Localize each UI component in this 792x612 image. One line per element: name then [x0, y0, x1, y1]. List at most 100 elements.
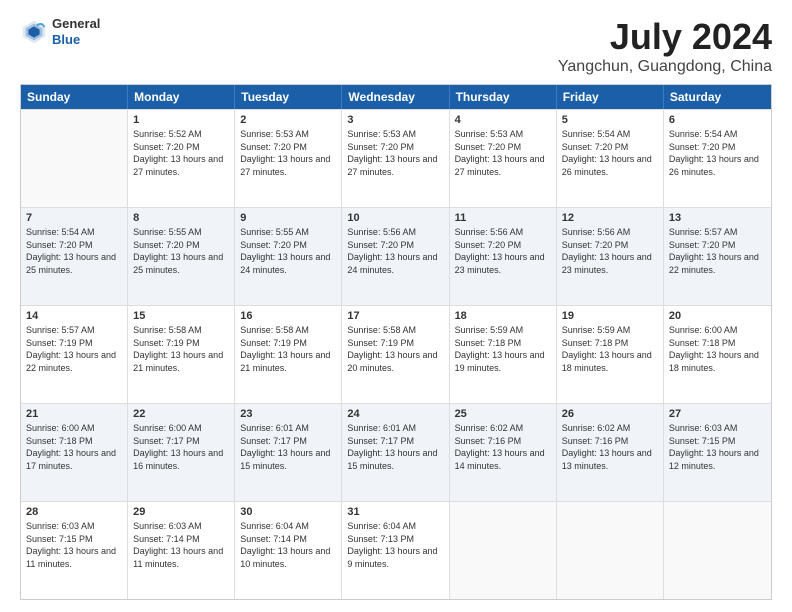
- cell-info: Sunrise: 5:56 AMSunset: 7:20 PMDaylight:…: [347, 226, 443, 276]
- day-number: 17: [347, 310, 443, 322]
- header: General Blue July 2024 Yangchun, Guangdo…: [20, 16, 772, 76]
- cell-info: Sunrise: 5:58 AMSunset: 7:19 PMDaylight:…: [347, 324, 443, 374]
- calendar-cell: 25Sunrise: 6:02 AMSunset: 7:16 PMDayligh…: [450, 404, 557, 501]
- weekday-header: Sunday: [21, 85, 128, 109]
- calendar-cell: 19 Sunrise: 5:59 AMSunset: 7:18 PMDayligh…: [557, 306, 664, 403]
- calendar-cell: 30 Sunrise: 6:04 AMSunset: 7:14 PMDayligh…: [235, 502, 342, 599]
- calendar-cell: [450, 502, 557, 599]
- weekday-header: Saturday: [664, 85, 771, 109]
- calendar-cell: 1Sunrise: 5:52 AMSunset: 7:20 PMDaylight…: [128, 110, 235, 207]
- weekday-header: Tuesday: [235, 85, 342, 109]
- calendar-cell: 18Sunrise: 5:59 AMSunset: 7:18 PMDayligh…: [450, 306, 557, 403]
- calendar-cell: 13 Sunrise: 5:57 AMSunset: 7:20 PMDayligh…: [664, 208, 771, 305]
- cell-info: Sunrise: 5:57 AMSunset: 7:20 PMDaylight:…: [669, 226, 766, 276]
- day-number: 20: [669, 310, 766, 322]
- calendar-cell: 15 Sunrise: 5:58 AMSunset: 7:19 PMDayligh…: [128, 306, 235, 403]
- day-number: 26: [562, 408, 658, 420]
- day-number: 15: [133, 310, 229, 322]
- cell-info: Sunrise: 6:03 AMSunset: 7:14 PMDaylight:…: [133, 520, 229, 570]
- day-number: 19: [562, 310, 658, 322]
- day-number: 4: [455, 114, 551, 126]
- calendar-cell: [557, 502, 664, 599]
- weekday-header: Thursday: [450, 85, 557, 109]
- weekday-header: Wednesday: [342, 85, 449, 109]
- cell-info: Sunrise: 6:00 AMSunset: 7:18 PMDaylight:…: [669, 324, 766, 374]
- cell-info: Sunrise: 5:54 AMSunset: 7:20 PMDaylight:…: [26, 226, 122, 276]
- logo-blue: Blue: [52, 32, 80, 47]
- day-number: 24: [347, 408, 443, 420]
- calendar-cell: 14 Sunrise: 5:57 AMSunset: 7:19 PMDayligh…: [21, 306, 128, 403]
- cell-info: Sunrise: 5:56 AMSunset: 7:20 PMDaylight:…: [562, 226, 658, 276]
- calendar: SundayMondayTuesdayWednesdayThursdayFrid…: [20, 84, 772, 600]
- day-number: 2: [240, 114, 336, 126]
- calendar-cell: 20 Sunrise: 6:00 AMSunset: 7:18 PMDayligh…: [664, 306, 771, 403]
- calendar-cell: 23 Sunrise: 6:01 AMSunset: 7:17 PMDayligh…: [235, 404, 342, 501]
- main-title: July 2024: [558, 16, 772, 58]
- day-number: 8: [133, 212, 229, 224]
- calendar-cell: 21 Sunrise: 6:00 AMSunset: 7:18 PMDayligh…: [21, 404, 128, 501]
- calendar-cell: 27Sunrise: 6:03 AMSunset: 7:15 PMDayligh…: [664, 404, 771, 501]
- day-number: 12: [562, 212, 658, 224]
- calendar-cell: 12 Sunrise: 5:56 AMSunset: 7:20 PMDayligh…: [557, 208, 664, 305]
- cell-info: Sunrise: 6:04 AMSunset: 7:13 PMDaylight:…: [347, 520, 443, 570]
- day-number: 30: [240, 506, 336, 518]
- day-number: 27: [669, 408, 766, 420]
- calendar-row: 21 Sunrise: 6:00 AMSunset: 7:18 PMDayligh…: [21, 403, 771, 501]
- calendar-row: 14 Sunrise: 5:57 AMSunset: 7:19 PMDayligh…: [21, 305, 771, 403]
- subtitle: Yangchun, Guangdong, China: [558, 58, 772, 76]
- day-number: 1: [133, 114, 229, 126]
- logo: General Blue: [20, 16, 100, 47]
- calendar-cell: 9Sunrise: 5:55 AMSunset: 7:20 PMDaylight…: [235, 208, 342, 305]
- day-number: 29: [133, 506, 229, 518]
- page: General Blue July 2024 Yangchun, Guangdo…: [0, 0, 792, 612]
- calendar-cell: 7 Sunrise: 5:54 AMSunset: 7:20 PMDaylight…: [21, 208, 128, 305]
- calendar-row: 28 Sunrise: 6:03 AMSunset: 7:15 PMDayligh…: [21, 501, 771, 599]
- day-number: 13: [669, 212, 766, 224]
- cell-info: Sunrise: 5:56 AMSunset: 7:20 PMDaylight:…: [455, 226, 551, 276]
- day-number: 14: [26, 310, 122, 322]
- cell-info: Sunrise: 5:59 AMSunset: 7:18 PMDaylight:…: [562, 324, 658, 374]
- calendar-cell: 10Sunrise: 5:56 AMSunset: 7:20 PMDayligh…: [342, 208, 449, 305]
- cell-info: Sunrise: 6:01 AMSunset: 7:17 PMDaylight:…: [347, 422, 443, 472]
- calendar-cell: 31Sunrise: 6:04 AMSunset: 7:13 PMDayligh…: [342, 502, 449, 599]
- calendar-cell: 22 Sunrise: 6:00 AMSunset: 7:17 PMDayligh…: [128, 404, 235, 501]
- day-number: 21: [26, 408, 122, 420]
- cell-info: Sunrise: 6:00 AMSunset: 7:18 PMDaylight:…: [26, 422, 122, 472]
- calendar-cell: 8 Sunrise: 5:55 AMSunset: 7:20 PMDaylight…: [128, 208, 235, 305]
- logo-general: General: [52, 16, 100, 31]
- calendar-cell: 26Sunrise: 6:02 AMSunset: 7:16 PMDayligh…: [557, 404, 664, 501]
- logo-text: General Blue: [52, 16, 100, 47]
- weekday-header: Monday: [128, 85, 235, 109]
- calendar-cell: 11Sunrise: 5:56 AMSunset: 7:20 PMDayligh…: [450, 208, 557, 305]
- day-number: 7: [26, 212, 122, 224]
- cell-info: Sunrise: 6:00 AMSunset: 7:17 PMDaylight:…: [133, 422, 229, 472]
- day-number: 5: [562, 114, 658, 126]
- calendar-cell: 17 Sunrise: 5:58 AMSunset: 7:19 PMDayligh…: [342, 306, 449, 403]
- day-number: 23: [240, 408, 336, 420]
- calendar-cell: 3Sunrise: 5:53 AMSunset: 7:20 PMDaylight…: [342, 110, 449, 207]
- cell-info: Sunrise: 6:02 AMSunset: 7:16 PMDaylight:…: [455, 422, 551, 472]
- cell-info: Sunrise: 5:53 AMSunset: 7:20 PMDaylight:…: [455, 128, 551, 178]
- calendar-row: 1Sunrise: 5:52 AMSunset: 7:20 PMDaylight…: [21, 109, 771, 207]
- cell-info: Sunrise: 6:04 AMSunset: 7:14 PMDaylight:…: [240, 520, 336, 570]
- cell-info: Sunrise: 5:55 AMSunset: 7:20 PMDaylight:…: [133, 226, 229, 276]
- day-number: 3: [347, 114, 443, 126]
- day-number: 28: [26, 506, 122, 518]
- cell-info: Sunrise: 5:58 AMSunset: 7:19 PMDaylight:…: [240, 324, 336, 374]
- cell-info: Sunrise: 5:58 AMSunset: 7:19 PMDaylight:…: [133, 324, 229, 374]
- cell-info: Sunrise: 6:01 AMSunset: 7:17 PMDaylight:…: [240, 422, 336, 472]
- day-number: 22: [133, 408, 229, 420]
- title-block: July 2024 Yangchun, Guangdong, China: [558, 16, 772, 76]
- day-number: 16: [240, 310, 336, 322]
- day-number: 6: [669, 114, 766, 126]
- logo-icon: [20, 18, 48, 46]
- cell-info: Sunrise: 6:03 AMSunset: 7:15 PMDaylight:…: [26, 520, 122, 570]
- day-number: 9: [240, 212, 336, 224]
- calendar-row: 7 Sunrise: 5:54 AMSunset: 7:20 PMDaylight…: [21, 207, 771, 305]
- cell-info: Sunrise: 5:57 AMSunset: 7:19 PMDaylight:…: [26, 324, 122, 374]
- calendar-body: 1Sunrise: 5:52 AMSunset: 7:20 PMDaylight…: [21, 109, 771, 599]
- cell-info: Sunrise: 5:54 AMSunset: 7:20 PMDaylight:…: [562, 128, 658, 178]
- calendar-cell: 16 Sunrise: 5:58 AMSunset: 7:19 PMDayligh…: [235, 306, 342, 403]
- cell-info: Sunrise: 5:59 AMSunset: 7:18 PMDaylight:…: [455, 324, 551, 374]
- calendar-cell: 24 Sunrise: 6:01 AMSunset: 7:17 PMDayligh…: [342, 404, 449, 501]
